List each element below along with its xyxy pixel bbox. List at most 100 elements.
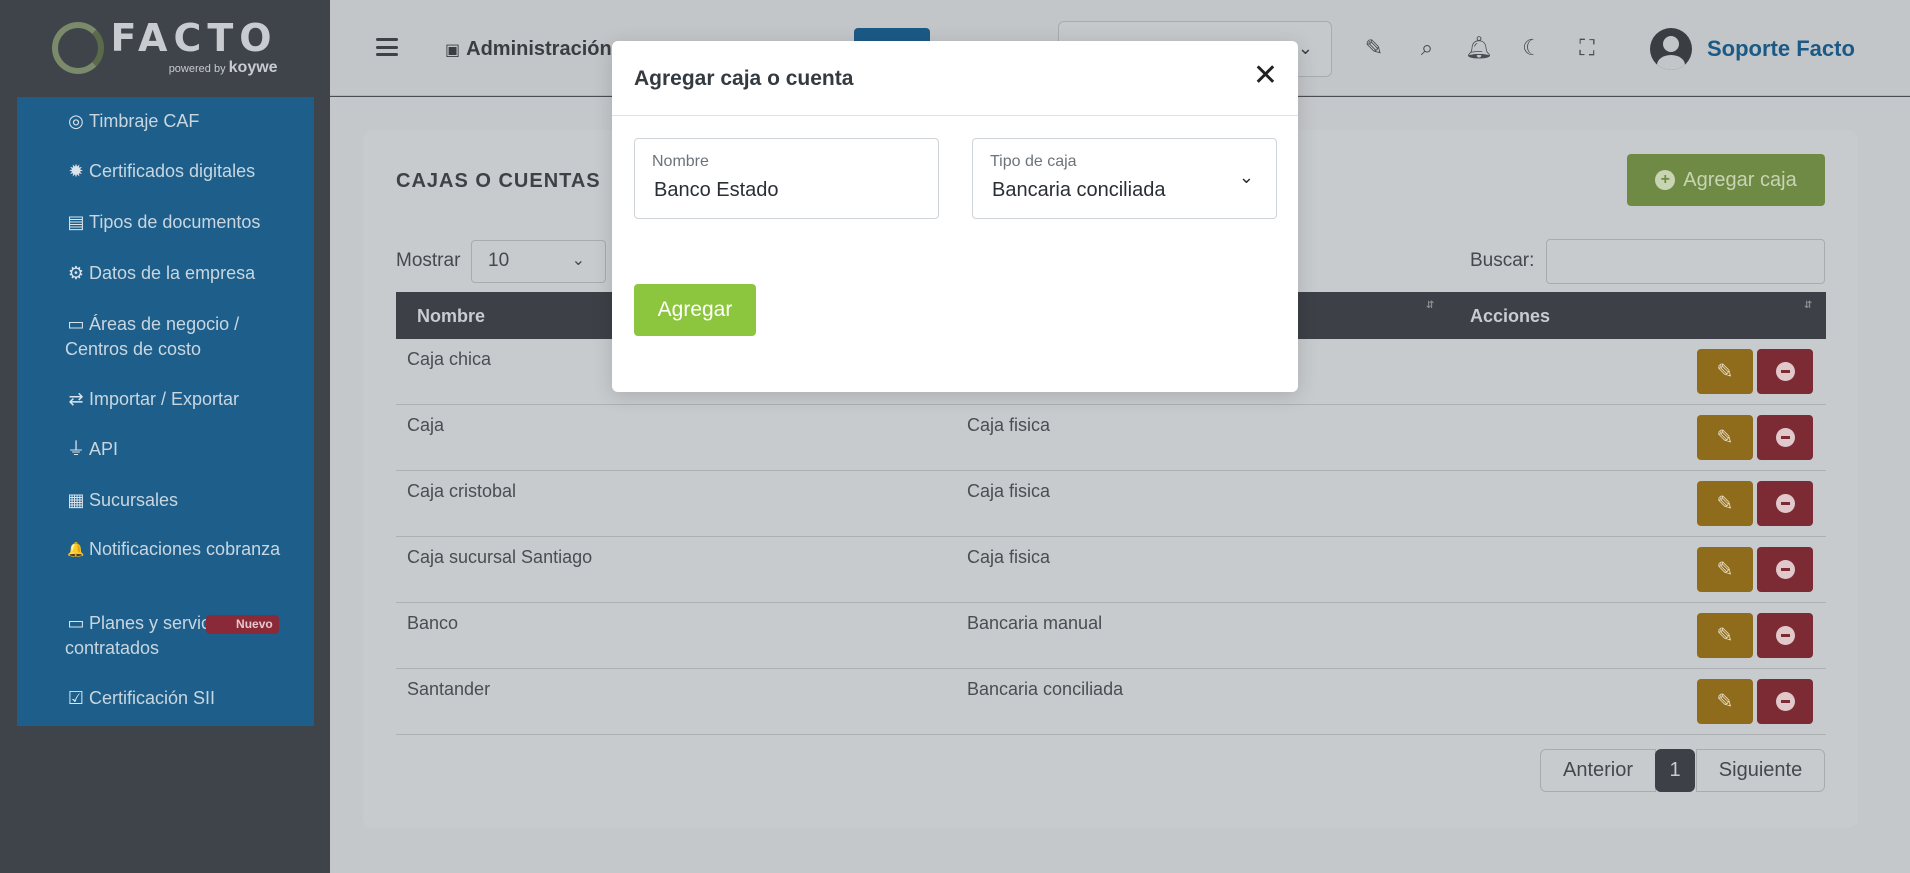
- delete-button[interactable]: [1757, 613, 1813, 658]
- certificate-seal-icon: ✹: [68, 160, 84, 181]
- row-name: Caja chica: [407, 349, 492, 369]
- edit-button[interactable]: ✎: [1697, 349, 1753, 394]
- fullscreen-icon[interactable]: ⛶: [1573, 34, 1601, 62]
- sidebar-item-datos-empresa[interactable]: ⚙ Datos de la empresa: [17, 261, 314, 312]
- sidebar-item-notificaciones[interactable]: 🔔 Notificaciones cobranza: [17, 537, 314, 611]
- edit-icon: ✎: [1716, 361, 1734, 383]
- search-icon[interactable]: ⌕: [1413, 34, 1441, 62]
- type-select[interactable]: Tipo de caja Bancaria conciliada ⌄: [972, 138, 1277, 219]
- sidebar-item-label: Planes y servic Nuevo contratados: [65, 611, 295, 661]
- sidebar-item-importar-exportar[interactable]: ⇄ Importar / Exportar: [17, 387, 314, 437]
- sidebar-item-sucursales[interactable]: ▦ Sucursales: [17, 488, 314, 537]
- sidebar-item-label: Datos de la empresa: [89, 263, 256, 283]
- delete-button[interactable]: [1757, 349, 1813, 394]
- row-type: Caja fisica: [967, 415, 1051, 435]
- delete-button[interactable]: [1757, 415, 1813, 460]
- admin-menu[interactable]: ▣ Administración: [445, 38, 612, 61]
- row-name: Santander: [407, 679, 491, 699]
- type-select-label: Tipo de caja: [990, 153, 1077, 170]
- pagination-prev-button[interactable]: Anterior: [1540, 749, 1656, 792]
- sidebar-item-label-line2: contratados: [65, 638, 160, 658]
- building-icon: ▦: [67, 489, 85, 510]
- minus-circle-icon: [1775, 428, 1795, 447]
- edit-button[interactable]: ✎: [1697, 679, 1753, 724]
- sidebar-item-api[interactable]: ⏚ API: [17, 437, 314, 488]
- sidebar-item-timbraje-caf[interactable]: ◎ Timbraje CAF: [17, 109, 314, 159]
- sidebar-item-tipos-documentos[interactable]: ▤ Tipos de documentos: [17, 210, 314, 261]
- pagination-page-1[interactable]: 1: [1655, 749, 1695, 792]
- add-caja-button[interactable]: + Agregar caja: [1627, 154, 1825, 206]
- column-header-acciones: Acciones: [1470, 306, 1551, 326]
- name-field[interactable]: Nombre Banco Estado: [634, 138, 939, 219]
- chevron-down-icon: ⌄: [1297, 38, 1313, 58]
- document-icon: ▤: [67, 211, 85, 232]
- logo-powered-by: powered by koywe: [110, 59, 278, 77]
- logo-powered: powered: [168, 63, 211, 75]
- minus-circle-icon: [1775, 692, 1795, 711]
- gear-icon: ⚙: [67, 262, 85, 283]
- moon-icon[interactable]: ☾: [1518, 34, 1546, 62]
- sidebar-item-certificados[interactable]: ✹ Certificados digitales: [17, 159, 314, 210]
- chevron-down-icon: ⌄: [1238, 167, 1254, 187]
- edit-icon: ✎: [1716, 625, 1734, 647]
- sidebar: FACTO powered by koywe ◎ Timbraje CAF ✹ …: [0, 0, 330, 873]
- plug-icon: ⏚: [67, 438, 85, 459]
- signature-icon[interactable]: ✎: [1360, 34, 1388, 62]
- admin-label: Administración: [466, 38, 612, 60]
- sidebar-item-label: Áreas de negocio / Centros de costo: [65, 314, 240, 359]
- page-title: CAJAS O CUENTAS: [396, 170, 601, 192]
- sidebar-item-certificacion-sii[interactable]: ☑ Certificación SII: [17, 686, 314, 726]
- edit-button[interactable]: ✎: [1697, 547, 1753, 592]
- hamburger-menu-icon[interactable]: [376, 38, 398, 56]
- show-entries-label: Mostrar: [396, 250, 461, 271]
- table-row: Caja Caja fisica ✎: [396, 405, 1826, 471]
- submit-button[interactable]: Agregar: [634, 284, 756, 336]
- check-square-icon: ☑: [67, 687, 85, 708]
- row-name: Caja cristobal: [407, 481, 517, 501]
- table-row: Banco Bancaria manual ✎: [396, 603, 1826, 669]
- money-bill-icon: ▭: [67, 612, 85, 633]
- modal-header: Agregar caja o cuenta ✕: [612, 41, 1298, 116]
- minus-circle-icon: [1775, 494, 1795, 513]
- delete-button[interactable]: [1757, 481, 1813, 526]
- search-label: Buscar:: [1470, 250, 1535, 271]
- sidebar-item-label: Tipos de documentos: [89, 212, 261, 232]
- edit-button[interactable]: ✎: [1697, 415, 1753, 460]
- minus-circle-icon: [1775, 560, 1795, 579]
- username[interactable]: Soporte Facto: [1707, 36, 1855, 62]
- type-select-value: Bancaria conciliada: [992, 179, 1166, 201]
- plus-circle-icon: +: [1655, 170, 1676, 190]
- pagination-next-button[interactable]: Siguiente: [1696, 749, 1825, 792]
- row-name: Banco: [407, 613, 459, 633]
- row-name: Caja sucursal Santiago: [407, 547, 593, 567]
- edit-button[interactable]: ✎: [1697, 481, 1753, 526]
- facto-logo[interactable]: FACTO powered by koywe: [52, 16, 278, 77]
- sidebar-item-label-line1: Planes y servic: [89, 613, 211, 633]
- sidebar-item-planes[interactable]: ▭ Planes y servic Nuevo contratados: [17, 611, 314, 686]
- close-icon[interactable]: ✕: [1253, 61, 1278, 91]
- row-type: Bancaria manual: [967, 613, 1103, 633]
- column-header-nombre[interactable]: Nombre: [417, 306, 485, 327]
- topbar-action-button[interactable]: [854, 28, 930, 42]
- avatar[interactable]: [1650, 28, 1692, 70]
- minus-circle-icon: [1775, 362, 1795, 381]
- edit-button[interactable]: ✎: [1697, 613, 1753, 658]
- target-icon: ◎: [68, 110, 84, 131]
- sort-icon[interactable]: ⇵: [1426, 300, 1434, 311]
- logo-text: FACTO: [110, 16, 278, 60]
- edit-icon: ✎: [1716, 559, 1734, 581]
- sidebar-item-label: Certificación SII: [89, 688, 216, 708]
- delete-button[interactable]: [1757, 547, 1813, 592]
- sidebar-menu: ◎ Timbraje CAF ✹ Certificados digitales …: [17, 97, 314, 726]
- minus-circle-icon: [1775, 626, 1795, 645]
- delete-button[interactable]: [1757, 679, 1813, 724]
- name-field-value[interactable]: Banco Estado: [654, 179, 779, 202]
- edit-icon: ✎: [1716, 691, 1734, 713]
- sidebar-item-areas-negocio[interactable]: ▭ Áreas de negocio / Centros de costo: [17, 312, 314, 387]
- new-badge: Nuevo: [206, 614, 279, 634]
- search-input[interactable]: [1546, 239, 1825, 284]
- bell-icon[interactable]: 🔔︎: [1465, 34, 1493, 62]
- sort-icon[interactable]: ⇵: [1804, 300, 1812, 311]
- edit-icon: ✎: [1716, 427, 1734, 449]
- page-length-select[interactable]: 10 ⌄: [471, 240, 606, 283]
